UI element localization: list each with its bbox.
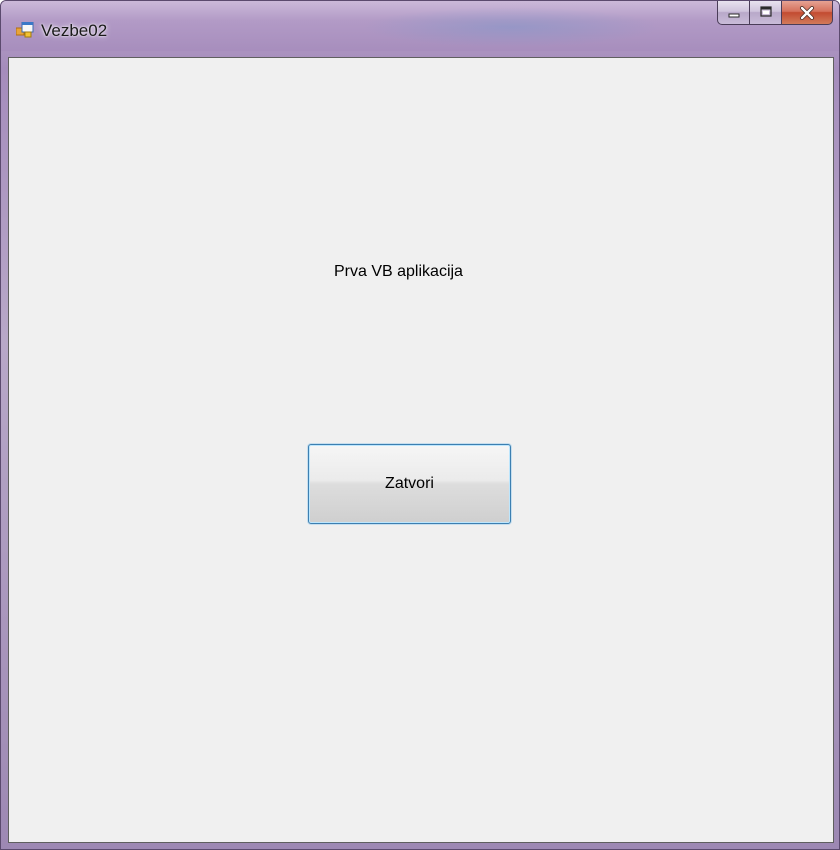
title-bar-glow	[361, 7, 661, 47]
title-bar[interactable]: Vezbe02	[1, 1, 839, 51]
maximize-button[interactable]	[749, 1, 781, 25]
caption-buttons	[717, 1, 833, 25]
minimize-icon	[727, 3, 741, 22]
form-client-area: Prva VB aplikacija Zatvori	[8, 57, 834, 843]
maximize-icon	[759, 3, 773, 22]
app-window: Vezbe02 Prva VB aplikacija Zatvori	[0, 0, 840, 850]
app-form-icon[interactable]	[15, 21, 34, 38]
close-form-button[interactable]: Zatvori	[308, 444, 511, 524]
form-label: Prva VB aplikacija	[334, 263, 463, 280]
close-button[interactable]	[781, 1, 833, 25]
close-icon	[799, 5, 815, 20]
window-title: Vezbe02	[41, 21, 108, 40]
minimize-button[interactable]	[717, 1, 749, 25]
